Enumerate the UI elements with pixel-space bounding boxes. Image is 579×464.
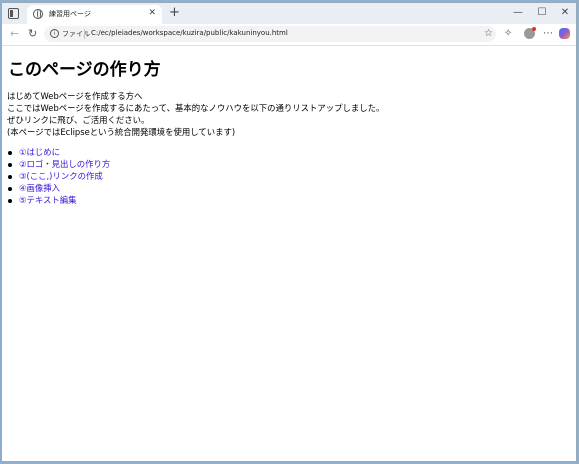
close-window-icon[interactable]: ✕ [555,5,575,21]
reload-icon[interactable]: ↻ [28,27,37,41]
link-logo-heading[interactable]: ②ロゴ・見出しの作り方 [19,159,110,169]
tab-actions-icon[interactable] [8,8,19,19]
intro-line: はじめてWebページを作成する方へ [7,91,143,101]
profile-avatar[interactable] [524,27,536,39]
tab-title: 練習用ページ [49,10,91,18]
intro-line: ぜひリンクに飛び、ご活用ください。 [7,115,150,125]
more-icon[interactable]: ⋯ [543,27,553,41]
page-content: このページの作り方 はじめてWebページを作成する方へ ここではWebページを作… [2,46,576,461]
address-divider [84,29,85,39]
intro-text: はじめてWebページを作成する方へ ここではWebページを作成するにあたって、基… [7,90,384,138]
toolbar: ← ↻ i ファイル C:/ec/pleiades/workspace/kuzi… [2,24,576,46]
maximize-icon[interactable]: ☐ [532,5,552,21]
list-item: ②ロゴ・見出しの作り方 [7,158,110,170]
copilot-icon[interactable] [559,28,570,39]
list-item: ③(ここ,)リンクの作成 [7,170,110,182]
list-item: ④画像挿入 [7,182,110,194]
link-hajimeni[interactable]: ①はじめに [19,147,60,157]
back-icon[interactable]: ← [10,27,19,41]
close-tab-icon[interactable]: ✕ [148,8,156,19]
link-create-link[interactable]: ③(ここ,)リンクの作成 [19,171,103,181]
minimize-icon[interactable]: — [508,5,528,21]
list-item: ①はじめに [7,146,110,158]
list-item: ⑤テキスト編集 [7,194,110,206]
favorites-icon[interactable]: ✧ [504,27,512,41]
file-label: ファイル [62,30,90,38]
link-list: ①はじめに ②ロゴ・見出しの作り方 ③(ここ,)リンクの作成 ④画像挿入 ⑤テキ… [7,146,110,206]
url-text[interactable]: C:/ec/pleiades/workspace/kuzira/public/k… [91,29,288,37]
globe-icon [33,9,43,19]
new-tab-icon[interactable]: + [169,6,180,20]
browser-window: 練習用ページ ✕ + — ☐ ✕ ← ↻ i ファイル C:/ec/pleiad… [1,2,577,462]
info-icon[interactable]: i [50,29,59,38]
intro-line: (本ページではEclipseという統合開発環境を使用しています) [7,127,236,137]
address-bar[interactable]: i ファイル C:/ec/pleiades/workspace/kuzira/p… [44,26,496,42]
intro-line: ここではWebページを作成するにあたって、基本的なノウハウを以下の通りリストアッ… [7,103,385,113]
link-insert-image[interactable]: ④画像挿入 [19,183,60,193]
page-heading: このページの作り方 [8,60,161,80]
tab-bar: 練習用ページ ✕ + — ☐ ✕ [2,3,576,24]
star-icon[interactable]: ☆ [484,27,493,40]
link-edit-text[interactable]: ⑤テキスト編集 [19,195,77,205]
tab-active[interactable]: 練習用ページ ✕ [27,5,162,24]
